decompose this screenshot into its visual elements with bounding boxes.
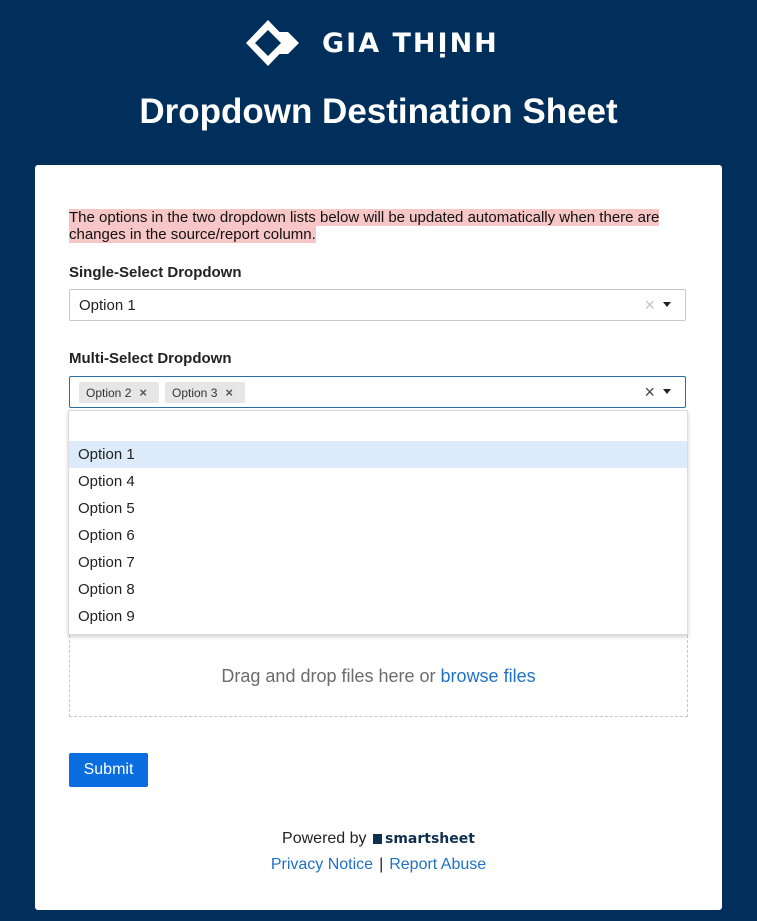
report-abuse-link[interactable]: Report Abuse [389,856,486,873]
powered-by-text: Powered by [282,830,367,847]
form-card: The options in the two dropdown lists be… [35,165,722,910]
chevron-down-icon[interactable] [663,302,671,307]
selected-tag: Option 3 × [165,382,245,403]
multi-select-clear-icon[interactable]: × [644,382,655,402]
privacy-notice-link[interactable]: Privacy Notice [271,856,373,873]
brand-name: GIA THỊNH [322,27,499,59]
menu-option[interactable]: Option 8 [69,576,687,603]
file-dropzone[interactable]: Drag and drop files here or browse files [69,635,688,717]
tag-label: Option 3 [172,385,218,400]
menu-option[interactable]: Option 1 [69,441,687,468]
tag-remove-icon[interactable]: × [139,385,147,400]
page-title: Dropdown Destination Sheet [139,92,618,131]
brand-logo[interactable]: GIA THỊNH [246,20,499,66]
header: GIA THỊNH Dropdown Destination Sheet [0,0,757,165]
menu-option[interactable]: Option 6 [69,522,687,549]
single-select-label: Single-Select Dropdown [69,264,242,281]
smartsheet-brand[interactable]: smartsheet [385,831,475,847]
menu-option[interactable]: Option 4 [69,468,687,495]
multi-select-menu: Option 1 Option 4 Option 5 Option 6 Opti… [68,410,688,635]
selected-tag: Option 2 × [79,382,159,403]
submit-button[interactable]: Submit [69,753,148,787]
footer-links: Privacy Notice | Report Abuse [35,856,722,874]
menu-option[interactable]: Option 7 [69,549,687,576]
chevron-down-icon[interactable] [663,389,671,394]
single-select-value: Option 1 [79,297,136,314]
powered-by: Powered by smartsheet [35,830,722,848]
footer-separator: | [379,856,384,873]
gia-thinh-logo-icon [246,20,299,66]
smartsheet-logo-icon [373,833,382,844]
menu-option[interactable]: Option 5 [69,495,687,522]
notice-text: The options in the two dropdown lists be… [69,209,660,243]
tag-remove-icon[interactable]: × [225,385,233,400]
dropzone-text: Drag and drop files here or [221,666,436,686]
single-select-dropdown[interactable]: Option 1 × [69,289,686,321]
multi-select-dropdown[interactable]: Option 2 × Option 3 × × [69,376,686,408]
tag-label: Option 2 [86,385,132,400]
form-notice: The options in the two dropdown lists be… [69,209,689,243]
multi-select-label: Multi-Select Dropdown [69,350,232,367]
menu-option[interactable]: Option 9 [69,603,687,630]
browse-files-link[interactable]: browse files [441,666,536,686]
single-select-clear-icon[interactable]: × [644,295,655,315]
